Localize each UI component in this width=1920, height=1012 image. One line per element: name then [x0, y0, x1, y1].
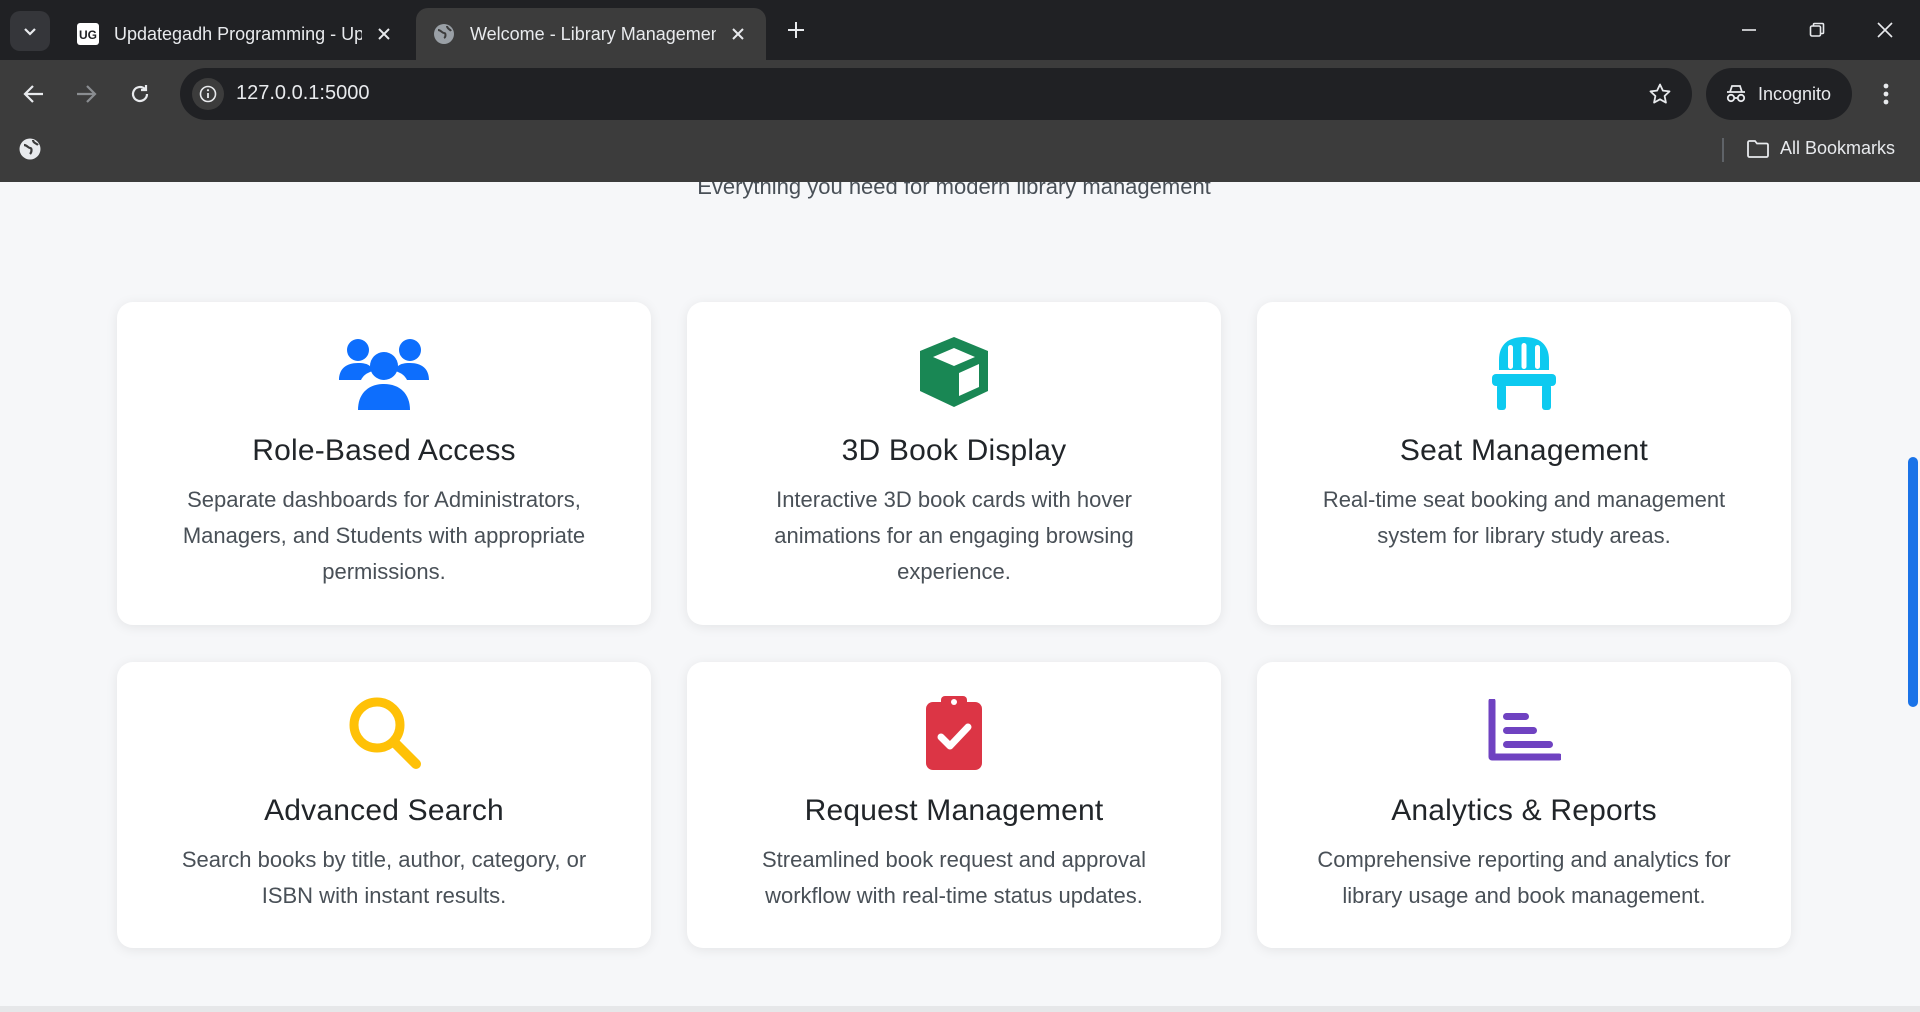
box-icon	[687, 334, 1221, 410]
url-text[interactable]: 127.0.0.1:5000	[236, 82, 369, 105]
feature-card-request-management: Request Management Streamlined book requ…	[687, 662, 1221, 948]
feature-card-3d-book-display: 3D Book Display Interactive 3D book card…	[687, 302, 1221, 625]
site-info-icon[interactable]	[192, 78, 224, 110]
window-bottom-edge	[0, 1006, 1920, 1012]
all-bookmarks-label: All Bookmarks	[1780, 138, 1896, 158]
feature-title: Seat Management	[1399, 434, 1649, 467]
tab-title: Updategadh Programming - Up	[114, 23, 362, 44]
chair-icon	[1257, 334, 1791, 410]
feature-card-seat-management: Seat Management Real-time seat booking a…	[1257, 302, 1791, 625]
incognito-icon	[1726, 85, 1746, 103]
all-bookmarks-button[interactable]: All Bookmarks	[1746, 138, 1895, 159]
back-button[interactable]	[14, 74, 54, 114]
restore-button[interactable]	[1788, 8, 1846, 52]
reload-icon	[131, 85, 149, 103]
feature-card-analytics-reports: Analytics & Reports Comprehensive report…	[1257, 662, 1791, 948]
page-viewport: Everything you need for modern library m…	[0, 182, 1920, 1012]
feature-title: Analytics & Reports	[1391, 794, 1657, 827]
minimize-icon	[1742, 29, 1756, 31]
feature-description: Real-time seat booking and management sy…	[1322, 487, 1726, 548]
globe-icon[interactable]	[18, 137, 42, 161]
feature-description: Separate dashboards for Administrators, …	[182, 487, 586, 584]
bookmarks-divider	[1722, 138, 1724, 162]
page-scrollbar[interactable]	[1908, 457, 1918, 707]
tab-title: Welcome - Library Managemen	[470, 23, 716, 44]
search-icon	[117, 694, 651, 770]
svg-text:UG: UG	[79, 28, 97, 42]
feature-description: Comprehensive reporting and analytics fo…	[1317, 847, 1731, 908]
plus-icon	[788, 22, 804, 38]
restore-icon	[1809, 22, 1825, 37]
tab-updategadh[interactable]: UG Updategadh Programming - Up	[60, 8, 412, 60]
section-subtitle: Everything you need for modern library m…	[697, 182, 1211, 199]
feature-description: Streamlined book request and approval wo…	[761, 847, 1147, 908]
feature-description: Interactive 3D book cards with hover ani…	[774, 487, 1134, 584]
feature-title: Advanced Search	[264, 794, 504, 827]
more-vert-icon	[1883, 83, 1889, 105]
feature-title: 3D Book Display	[841, 434, 1067, 467]
globe-icon	[432, 22, 456, 46]
folder-icon	[1747, 139, 1769, 158]
feature-description: Search books by title, author, category,…	[181, 847, 587, 908]
incognito-label: Incognito	[1758, 83, 1832, 104]
incognito-profile-button[interactable]: Incognito	[1706, 68, 1852, 120]
reload-button[interactable]	[120, 74, 160, 114]
feature-title: Role-Based Access	[252, 434, 516, 467]
close-window-button[interactable]	[1856, 8, 1914, 52]
forward-button[interactable]	[66, 74, 106, 114]
users-icon	[117, 334, 651, 410]
bookmark-star-icon[interactable]	[1646, 80, 1674, 108]
arrow-right-icon	[77, 85, 97, 103]
close-tab-icon[interactable]	[372, 22, 396, 46]
tab-search-button[interactable]	[10, 11, 50, 51]
new-tab-button[interactable]	[780, 14, 812, 46]
browser-toolbar: 127.0.0.1:5000 Incognito	[0, 60, 1920, 128]
feature-card-role-based-access: Role-Based Access Separate dashboards fo…	[117, 302, 651, 625]
close-icon	[1877, 22, 1893, 38]
arrow-left-icon	[23, 85, 43, 103]
feature-card-advanced-search: Advanced Search Search books by title, a…	[117, 662, 651, 948]
clipboard-check-icon	[687, 694, 1221, 770]
feature-title: Request Management	[804, 794, 1104, 827]
browser-menu-button[interactable]	[1870, 78, 1902, 110]
minimize-button[interactable]	[1720, 8, 1778, 52]
tab-library-management[interactable]: Welcome - Library Managemen	[416, 8, 766, 60]
close-tab-icon[interactable]	[726, 22, 750, 46]
tab-strip: UG Updategadh Programming - Up Welcome -…	[0, 0, 1920, 60]
bar-chart-icon	[1257, 694, 1791, 770]
address-bar[interactable]: 127.0.0.1:5000	[180, 68, 1692, 120]
ug-logo-icon: UG	[76, 22, 100, 46]
chevron-down-icon	[24, 28, 36, 36]
bookmarks-bar	[0, 128, 1920, 182]
